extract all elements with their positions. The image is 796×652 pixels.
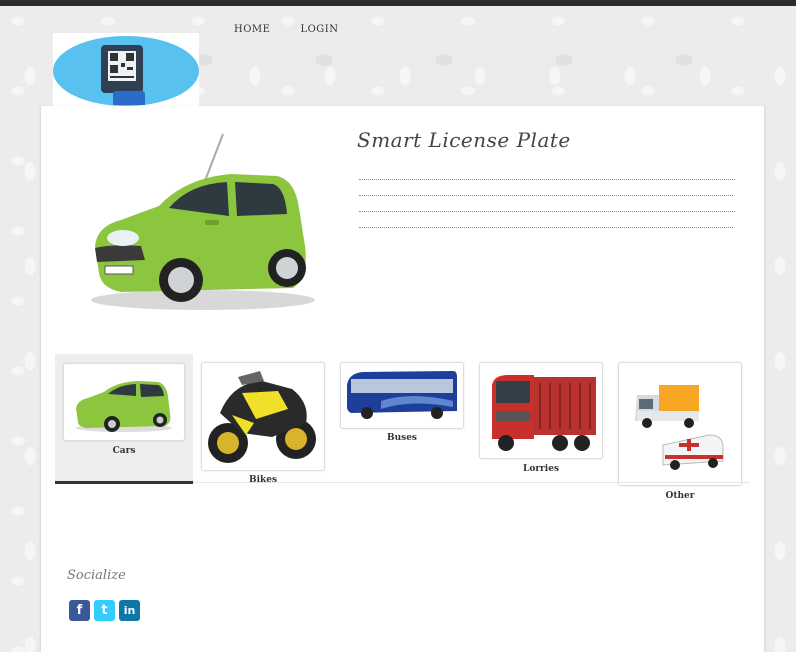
buses-thumbnail xyxy=(340,362,464,429)
tab-label: Cars xyxy=(112,446,136,456)
tab-label: Lorries xyxy=(522,464,560,474)
bikes-thumbnail xyxy=(201,362,325,471)
tab-bikes[interactable]: Bikes xyxy=(201,362,325,492)
facebook-icon[interactable]: f xyxy=(69,600,90,621)
hand-icon xyxy=(113,91,145,105)
socialize-heading: Socialize xyxy=(67,568,126,583)
nav-login[interactable]: LOGIN xyxy=(300,24,338,35)
qr-code-icon xyxy=(108,51,136,81)
other-thumbnail xyxy=(618,362,742,486)
divider-line xyxy=(359,227,733,228)
cars-thumbnail xyxy=(63,363,185,441)
linkedin-icon[interactable]: in xyxy=(119,600,140,621)
page-title: Smart License Plate xyxy=(357,128,571,152)
divider-line xyxy=(359,195,733,196)
top-bar xyxy=(0,0,796,6)
hero-car-image xyxy=(91,133,315,310)
tab-label: Other xyxy=(665,491,695,501)
divider-line xyxy=(359,211,735,212)
tab-cars[interactable]: Cars xyxy=(55,354,193,481)
main-nav: HOME LOGIN xyxy=(234,24,339,35)
lorries-thumbnail xyxy=(479,362,603,459)
divider-line xyxy=(359,179,735,180)
content-panel: Smart License Plate Cars Bikes Buses Lor… xyxy=(40,106,765,652)
tab-label: Buses xyxy=(386,433,417,443)
tab-lorries[interactable]: Lorries xyxy=(479,362,603,478)
twitter-icon[interactable]: t xyxy=(94,600,115,621)
active-tab-indicator xyxy=(55,481,193,484)
tab-label: Bikes xyxy=(248,475,278,485)
tab-buses[interactable]: Buses xyxy=(340,362,464,452)
site-logo[interactable] xyxy=(53,33,199,107)
nav-home[interactable]: HOME xyxy=(234,24,270,35)
